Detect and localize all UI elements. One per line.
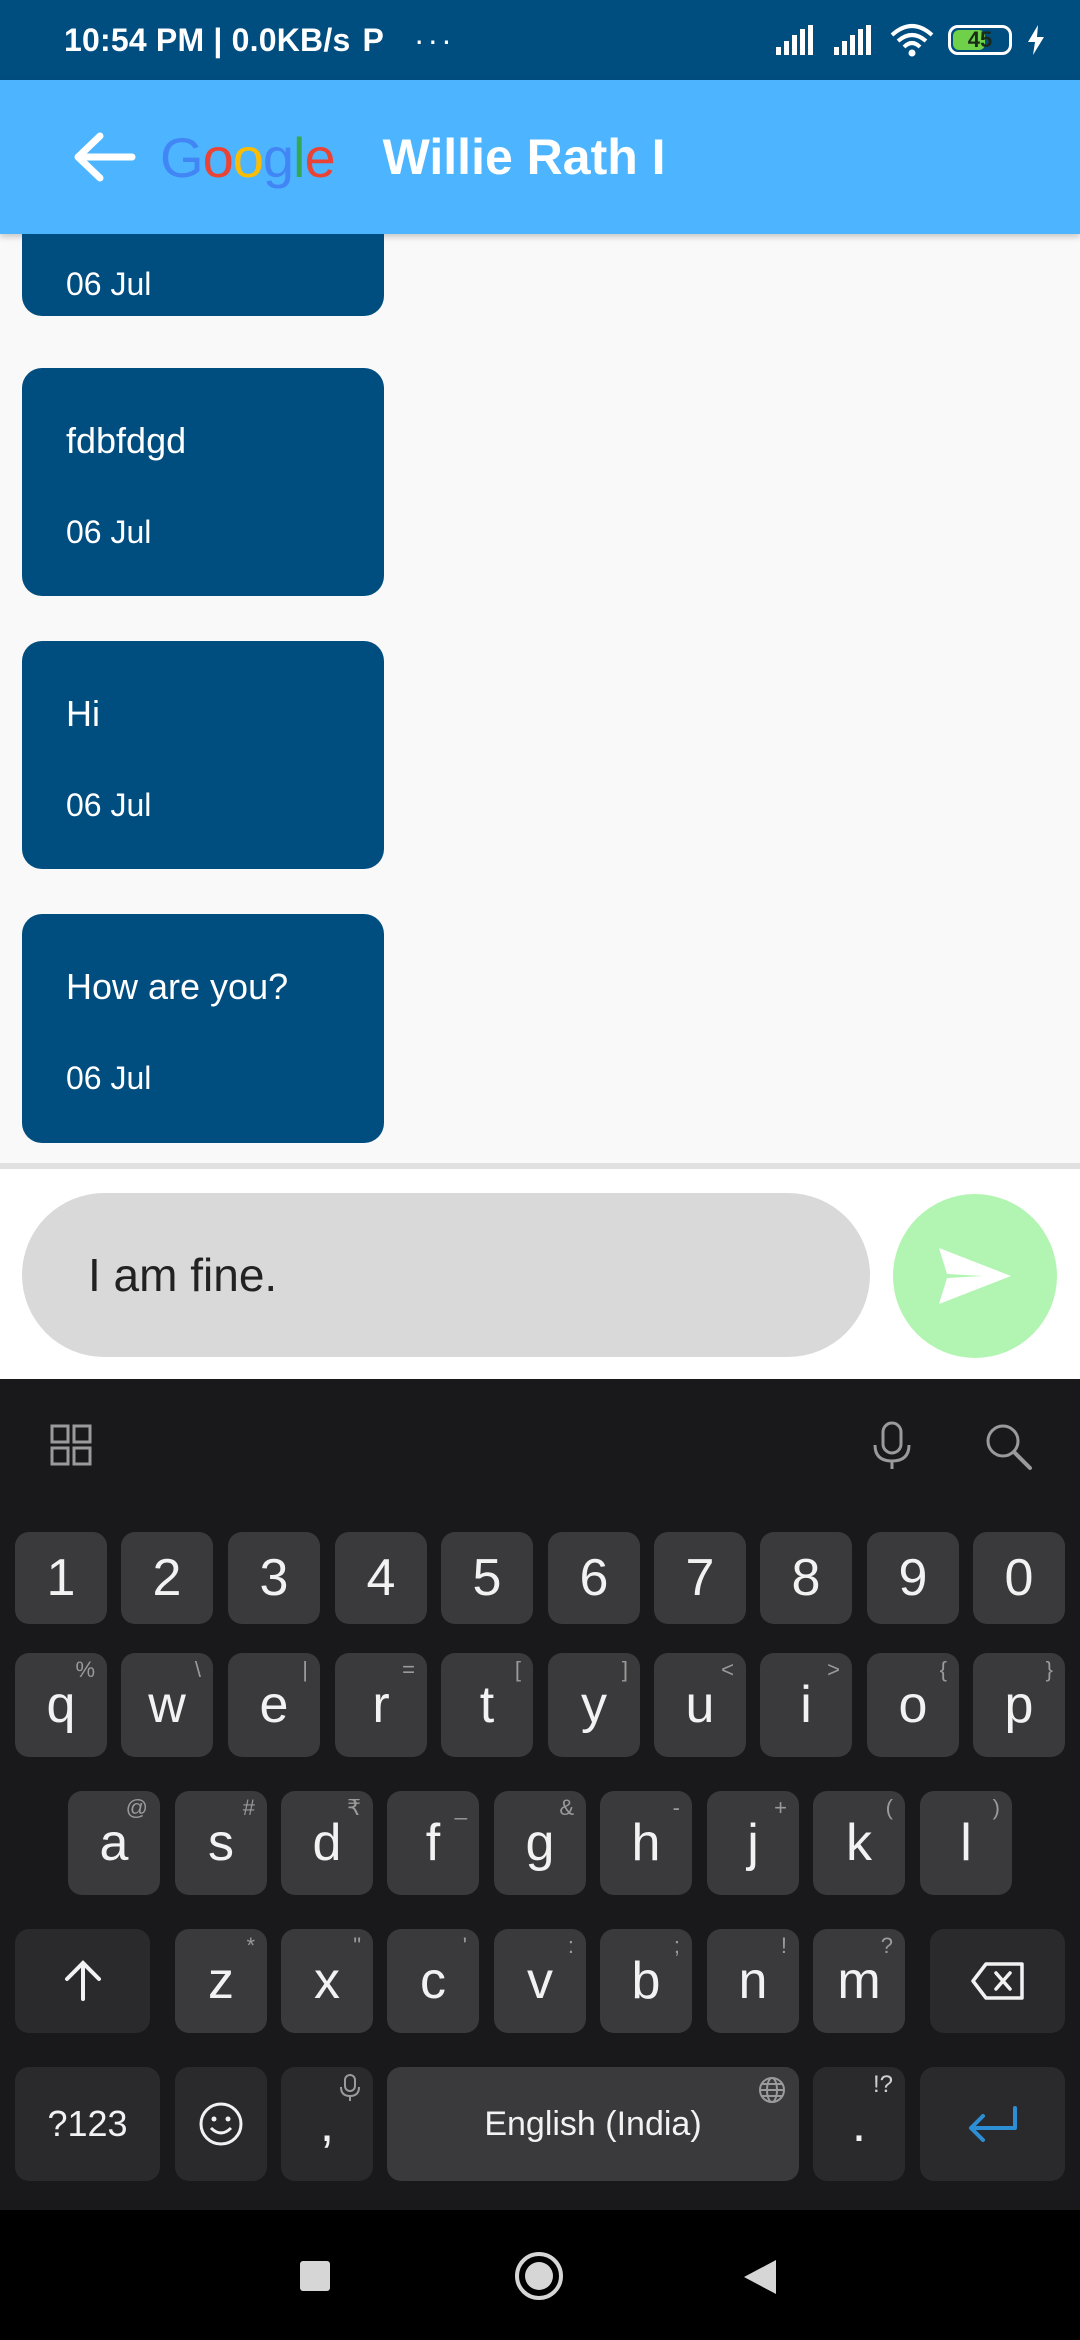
key-k[interactable]: (k (813, 1791, 905, 1895)
back-arrow-icon[interactable] (72, 130, 136, 184)
key-n[interactable]: ! n (707, 1929, 799, 2033)
key-r[interactable]: = r (335, 1653, 427, 1757)
search-icon[interactable] (983, 1421, 1033, 1471)
key-a[interactable]: @ a (68, 1791, 160, 1895)
key-9[interactable]: 9 (867, 1532, 959, 1624)
comma-key[interactable]: , (281, 2067, 373, 2181)
apps-grid-icon[interactable] (50, 1424, 92, 1466)
message-text: Hi (66, 693, 100, 734)
signal-icon-2 (834, 25, 871, 55)
emoji-key[interactable] (175, 2067, 267, 2181)
signal-icon (776, 25, 813, 55)
key-g[interactable]: & g (494, 1791, 586, 1895)
shift-arrow-icon (64, 1960, 101, 2001)
key-b[interactable]: ; b (600, 1929, 692, 2033)
space-key[interactable]: English (India) (387, 2067, 799, 2181)
message-date: 06 Jul (66, 787, 152, 823)
globe-icon (759, 2077, 785, 2103)
keyboard: 1 2 3 4 5 6 7 8 9 0 % q \ w | e = r [t ] y < u… (0, 1379, 1080, 2210)
message-text: How are you? (66, 966, 289, 1007)
composer: I am fine. (0, 1169, 1080, 1379)
key-i[interactable]: > i (760, 1653, 852, 1757)
key-d[interactable]: ₹ d (281, 1791, 373, 1895)
emoji-icon (199, 2102, 243, 2146)
enter-arrow-icon (968, 2106, 1017, 2142)
system-nav-bar (0, 2210, 1080, 2340)
message-date: 06 Jul (66, 1060, 152, 1096)
message-bubble[interactable]: Hi 06 Jul (22, 641, 384, 869)
symbols-key[interactable]: ?123 (15, 2067, 160, 2181)
key-j[interactable]: + j (707, 1791, 799, 1895)
microphone-icon[interactable] (870, 1421, 914, 1471)
comma-mic-icon (340, 2074, 360, 2101)
key-w[interactable]: \ w (121, 1653, 213, 1757)
key-p[interactable]: } p (973, 1653, 1065, 1757)
charging-icon (1028, 25, 1044, 55)
key-f[interactable]: _ f (387, 1791, 479, 1895)
message-date: 06 Jul (66, 514, 152, 550)
backspace-key[interactable] (930, 1929, 1065, 2033)
message-bubble[interactable]: fdbfdgd 06 Jul (22, 368, 384, 596)
shift-key[interactable] (15, 1929, 150, 2033)
key-1[interactable]: 1 (15, 1532, 107, 1624)
period-key[interactable]: !? . (813, 2067, 905, 2181)
key-z[interactable]: * z (175, 1929, 267, 2033)
message-date: 06 Jul (66, 266, 152, 302)
key-x[interactable]: " x (281, 1929, 373, 2033)
chat-title: Willie Rath I (382, 129, 666, 185)
key-8[interactable]: 8 (760, 1532, 852, 1624)
home-icon[interactable] (513, 2250, 565, 2302)
key-e[interactable]: | e (228, 1653, 320, 1757)
key-q[interactable]: % q (15, 1653, 107, 1757)
google-logo: Google (160, 125, 336, 189)
key-m[interactable]: ? m (813, 1929, 905, 2033)
wifi-icon (890, 24, 934, 57)
key-u[interactable]: < u (654, 1653, 746, 1757)
app-bar: Google Willie Rath I (0, 80, 1080, 234)
message-bubble[interactable]: 06 Jul (22, 234, 384, 316)
key-2[interactable]: 2 (121, 1532, 213, 1624)
key-v[interactable]: :v (494, 1929, 586, 2033)
send-button[interactable] (893, 1194, 1057, 1358)
battery-icon: 45 (948, 25, 1012, 55)
send-icon (939, 1248, 1011, 1304)
key-c[interactable]: ' c (387, 1929, 479, 2033)
key-6[interactable]: 6 (548, 1532, 640, 1624)
more-notifications-icon: ··· (413, 21, 455, 58)
key-7[interactable]: 7 (654, 1532, 746, 1624)
key-5[interactable]: 5 (441, 1532, 533, 1624)
key-h[interactable]: -h (600, 1791, 692, 1895)
status-bar: 10:54 PM | 0.0KB/s P ··· 45 (0, 0, 1080, 80)
keyboard-toolbar (0, 1379, 1080, 1509)
recents-icon[interactable] (299, 2260, 331, 2292)
message-list[interactable]: 06 Jul fdbfdgd 06 Jul Hi 06 Jul How are … (0, 234, 1080, 1164)
key-t[interactable]: [t (441, 1653, 533, 1757)
key-o[interactable]: {o (867, 1653, 959, 1757)
key-y[interactable]: ] y (548, 1653, 640, 1757)
app-indicator-icon: P (362, 21, 384, 58)
status-time: 10:54 PM | 0.0KB/s (64, 21, 351, 58)
key-3[interactable]: 3 (228, 1532, 320, 1624)
backspace-icon (970, 1962, 1024, 2000)
message-input[interactable]: I am fine. (22, 1193, 870, 1357)
back-nav-icon[interactable] (742, 2258, 778, 2296)
message-bubble[interactable]: How are you? 06 Jul (22, 914, 384, 1143)
enter-key[interactable] (920, 2067, 1065, 2181)
message-text: fdbfdgd (66, 420, 187, 461)
key-l[interactable]: ) l (920, 1791, 1012, 1895)
key-4[interactable]: 4 (335, 1532, 427, 1624)
key-s[interactable]: # s (175, 1791, 267, 1895)
key-0[interactable]: 0 (973, 1532, 1065, 1624)
